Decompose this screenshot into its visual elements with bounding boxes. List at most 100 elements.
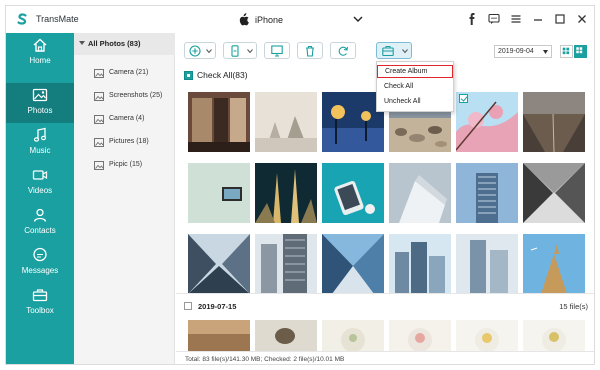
- section-date: 2019-07-15: [198, 302, 237, 311]
- nav-label: Messages: [21, 266, 59, 275]
- close-icon[interactable]: [576, 13, 588, 25]
- maximize-icon[interactable]: [554, 13, 566, 25]
- photo-image: [322, 320, 384, 351]
- delete-button[interactable]: [297, 42, 323, 59]
- photo-image: [523, 234, 585, 294]
- feedback-icon[interactable]: [488, 13, 500, 25]
- nav-item-photos[interactable]: Photos: [6, 83, 74, 123]
- status-bar: Total: 83 file(s)/141.30 MB; Checked: 2 …: [176, 351, 594, 364]
- nav-item-videos[interactable]: Videos: [6, 163, 74, 203]
- section-checkbox[interactable]: [184, 302, 192, 310]
- chevron-down-icon: [543, 50, 548, 54]
- photo-thumbnail[interactable]: [523, 163, 585, 223]
- photo-image: [188, 320, 250, 351]
- photo-content: Check All(83) 2019-07-15 15 file(s): [176, 68, 594, 364]
- photo-thumbnail[interactable]: [456, 234, 518, 294]
- nav-item-contacts[interactable]: Contacts: [6, 203, 74, 243]
- section-file-count: 15 file(s): [559, 302, 588, 311]
- export-to-pc-button[interactable]: [264, 42, 290, 59]
- nav-label: Videos: [27, 186, 53, 195]
- photo-thumbnail[interactable]: [255, 92, 317, 152]
- album-list-header[interactable]: All Photos (83): [74, 33, 175, 55]
- grid-large-view-button[interactable]: [574, 45, 587, 58]
- photo-thumbnail[interactable]: [523, 320, 585, 351]
- all-photos-label: All Photos (83): [88, 39, 141, 48]
- photo-thumbnail[interactable]: [255, 320, 317, 351]
- photo-thumbnail[interactable]: [322, 92, 384, 152]
- apple-icon: [239, 13, 249, 26]
- photo-image: [523, 92, 585, 152]
- photo-thumbnail[interactable]: [255, 163, 317, 223]
- photo-thumbnail[interactable]: [389, 320, 451, 351]
- photo-image: [456, 320, 518, 351]
- photo-image: [255, 320, 317, 351]
- photo-thumbnail[interactable]: [389, 234, 451, 294]
- nav-label: Music: [29, 146, 51, 155]
- photo-thumbnail[interactable]: [456, 163, 518, 223]
- photo-thumbnail[interactable]: [389, 163, 451, 223]
- album-label: Pictures (18): [109, 138, 149, 145]
- window-controls: [466, 13, 588, 27]
- export-to-device-button[interactable]: [223, 42, 257, 59]
- facebook-icon[interactable]: [466, 13, 478, 25]
- photo-thumbnail[interactable]: [456, 320, 518, 351]
- photo-thumbnail[interactable]: [188, 320, 250, 351]
- app-window: TransMate iPhone Home Photos Music Video…: [5, 5, 595, 365]
- music-icon: [33, 127, 47, 142]
- photo-image: [389, 163, 451, 223]
- menu-item-label: Create Album: [385, 68, 428, 75]
- contacts-icon: [33, 208, 47, 222]
- date-filter-select[interactable]: 2019-09-04: [494, 45, 552, 58]
- chevron-down-icon: [353, 16, 363, 22]
- photo-thumbnail[interactable]: [322, 234, 384, 294]
- nav-item-music[interactable]: Music: [6, 123, 74, 163]
- device-name: iPhone: [255, 15, 284, 25]
- add-button[interactable]: [184, 42, 216, 59]
- album-image-icon: [94, 115, 104, 124]
- grid-small-view-button[interactable]: [560, 45, 573, 58]
- photo-image: [523, 163, 585, 223]
- album-image-icon: [94, 92, 104, 101]
- chevron-down-icon: [402, 49, 408, 54]
- nav-label: Home: [29, 56, 51, 65]
- device-selector[interactable]: iPhone: [238, 13, 363, 27]
- menu-item-check-all[interactable]: Check All: [377, 81, 453, 94]
- menu-icon[interactable]: [510, 13, 522, 25]
- menu-item-create-album[interactable]: Create Album: [377, 65, 453, 78]
- home-icon: [33, 38, 47, 52]
- photos-icon: [32, 88, 48, 102]
- photo-thumbnail[interactable]: [188, 234, 250, 294]
- album-label: Screenshots (25): [109, 92, 163, 99]
- nav-item-messages[interactable]: Messages: [6, 243, 74, 283]
- photo-image: [389, 320, 451, 351]
- check-all-label: Check All(83): [197, 70, 248, 80]
- chevron-down-icon: [206, 49, 212, 54]
- photo-image: [322, 163, 384, 223]
- nav-item-toolbox[interactable]: Toolbox: [6, 283, 74, 323]
- toolbox-icon: [32, 289, 48, 302]
- minimize-icon[interactable]: [532, 13, 544, 25]
- photo-thumbnail[interactable]: [255, 234, 317, 294]
- photo-thumbnail[interactable]: [322, 320, 384, 351]
- export-to-device-icon: [231, 45, 239, 57]
- album-toolbox-icon: [382, 46, 394, 57]
- photo-thumbnail[interactable]: [322, 163, 384, 223]
- photo-image: [389, 234, 451, 294]
- menu-item-uncheck-all[interactable]: Uncheck All: [377, 96, 453, 109]
- menu-item-label: Check All: [384, 83, 414, 90]
- refresh-button[interactable]: [330, 42, 356, 59]
- album-dropdown-menu: Create Album Check All Uncheck All: [376, 61, 454, 112]
- photo-image: [322, 234, 384, 294]
- photo-thumbnail[interactable]: [523, 234, 585, 294]
- album-image-icon: [94, 161, 104, 170]
- photo-thumbnail[interactable]: [188, 92, 250, 152]
- photo-thumbnail[interactable]: [456, 92, 518, 152]
- nav-item-home[interactable]: Home: [6, 33, 74, 73]
- album-toolbox-button[interactable]: [376, 42, 412, 59]
- check-all-checkbox[interactable]: [184, 71, 193, 80]
- photo-thumbnail[interactable]: [188, 163, 250, 223]
- photo-thumbnail[interactable]: [523, 92, 585, 152]
- photo-checkbox[interactable]: [459, 94, 468, 103]
- nav-label: Photos: [27, 106, 53, 115]
- refresh-icon: [338, 46, 349, 56]
